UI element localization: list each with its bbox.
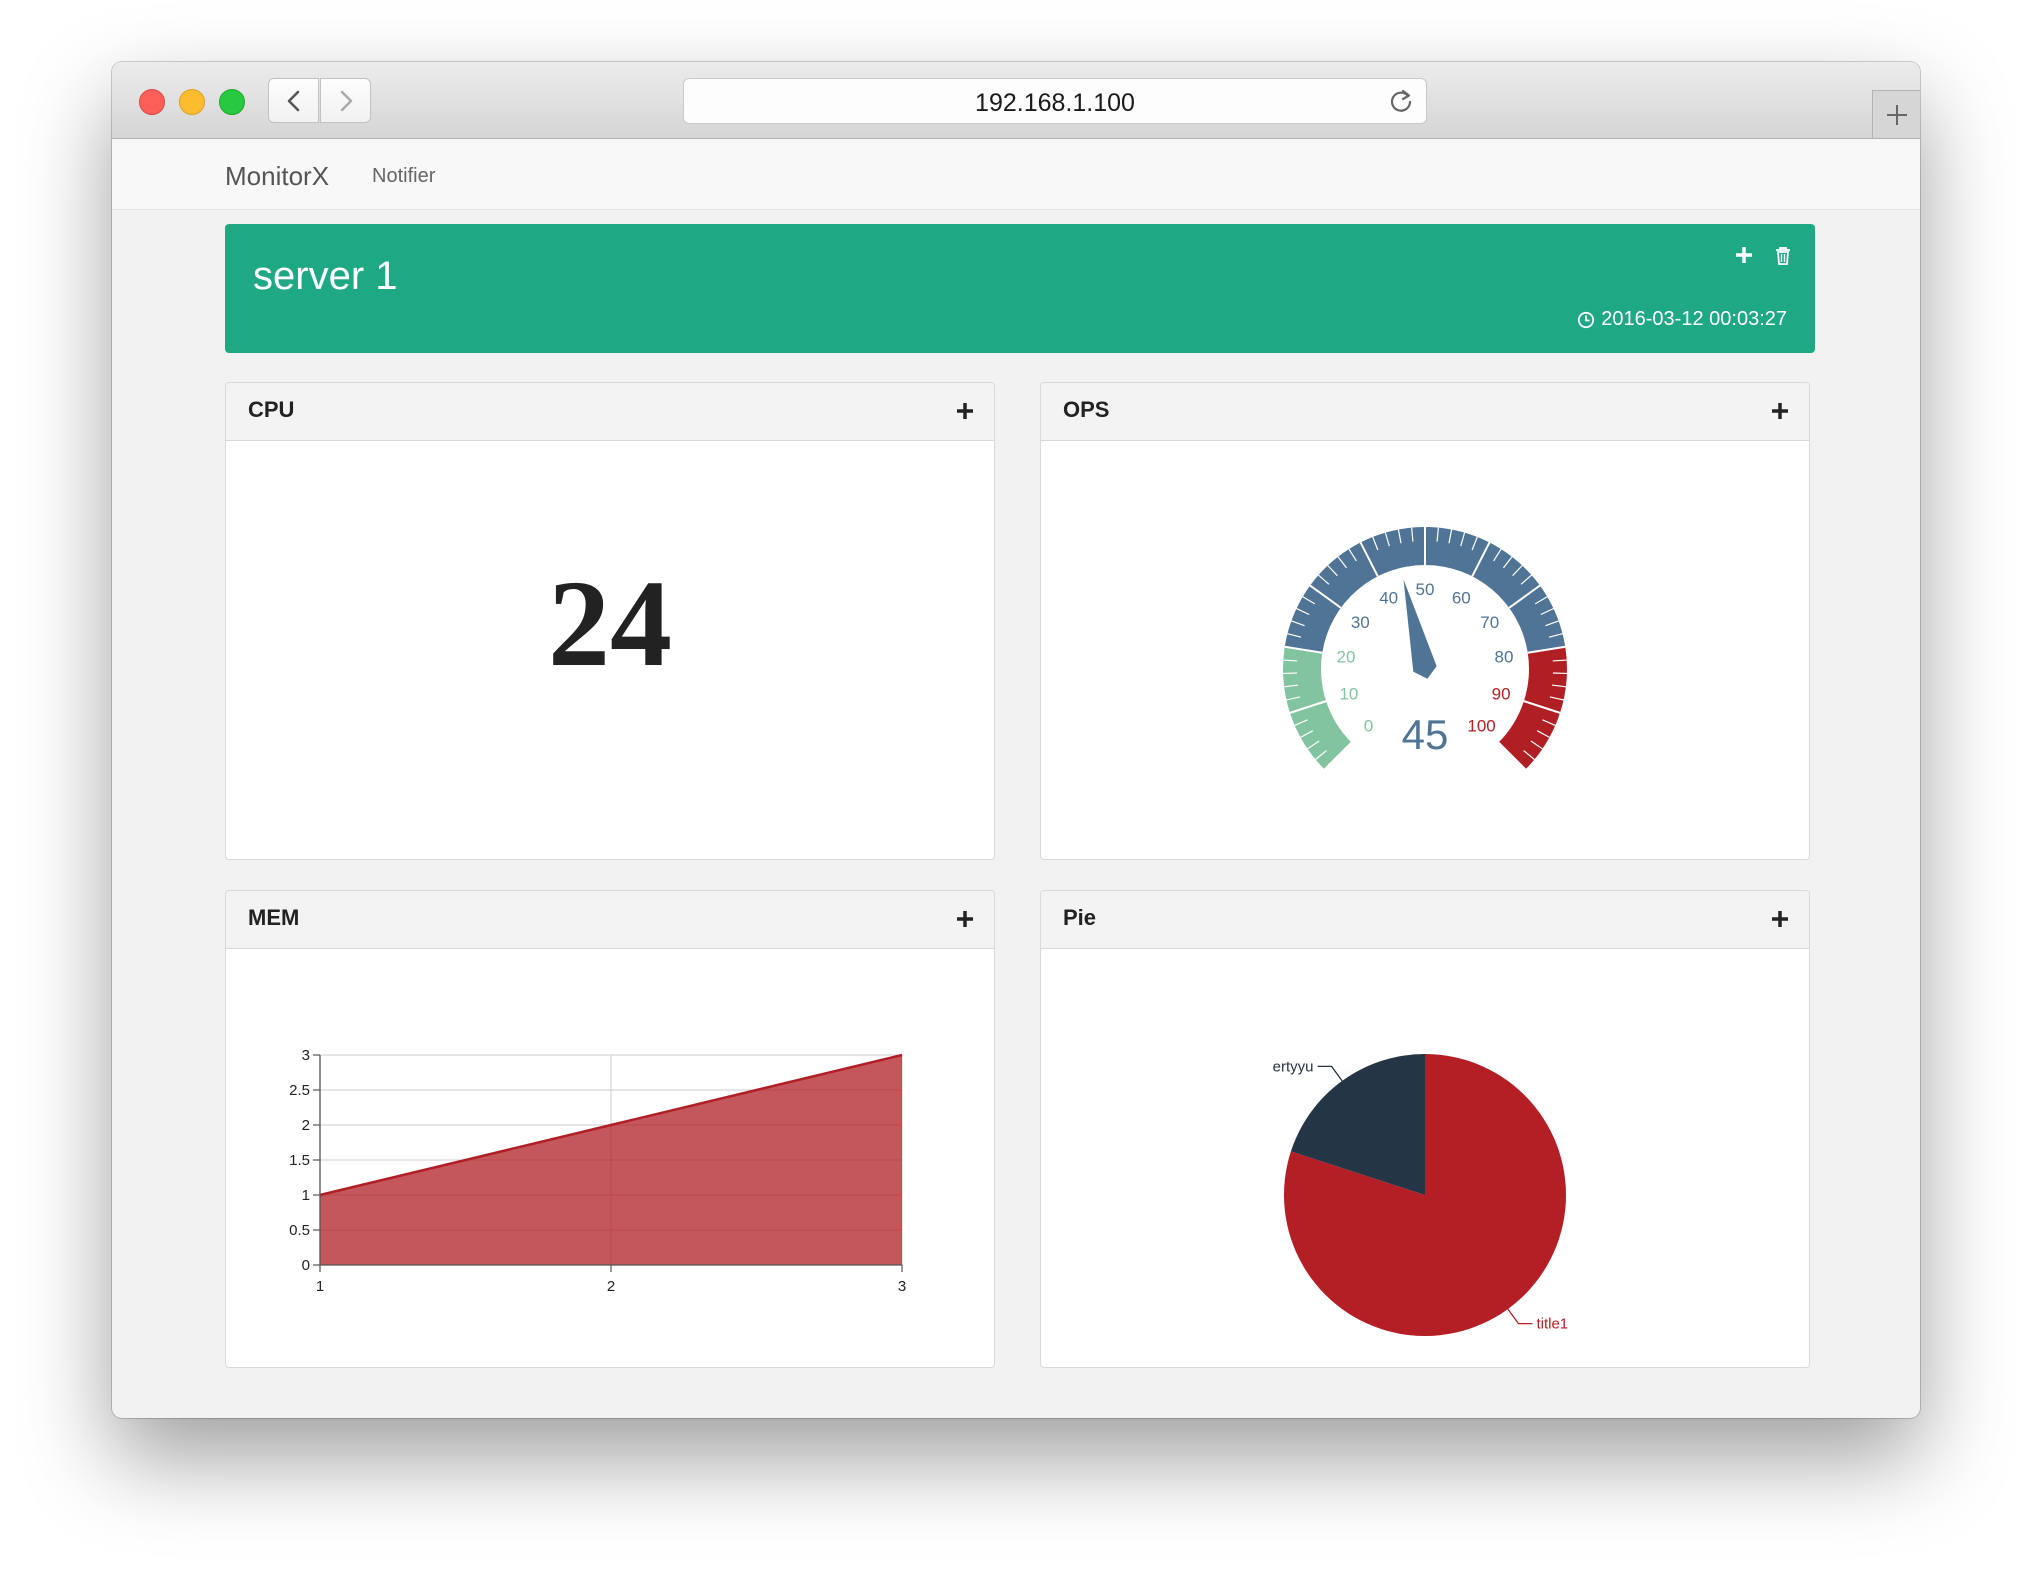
y-tick-label: 2 (302, 1117, 310, 1134)
y-tick-label: 0 (302, 1257, 310, 1274)
panel-title: MEM (248, 905, 300, 930)
url-text: 192.168.1.100 (975, 89, 1135, 117)
gauge-tick-label: 90 (1492, 685, 1511, 704)
x-tick-label: 1 (316, 1278, 324, 1295)
mem-panel-body: 0 0.5 1 1.5 2 2.5 3 1 2 3 (226, 949, 994, 1367)
browser-titlebar: 192.168.1.100 (112, 62, 1920, 139)
mem-panel: MEM 0 0.5 1 1.5 2 2.5 3 1 2 3 (225, 890, 995, 1368)
gauge-tick-label: 10 (1339, 685, 1358, 704)
gauge-tick-label: 80 (1495, 647, 1514, 666)
x-tick-label: 2 (607, 1278, 615, 1295)
timestamp-text: 2016-03-12 00:03:27 (1601, 308, 1787, 330)
plus-icon[interactable] (1771, 910, 1789, 928)
panel-header: Pie (1041, 891, 1809, 949)
y-tick-label: 2.5 (289, 1082, 310, 1099)
cpu-panel-body: 24 (226, 441, 994, 859)
chevron-right-icon (340, 90, 353, 112)
ops-panel: OPS 0 10 20 30 40 50 60 70 80 90 100 45 (1040, 382, 1810, 860)
mem-area-chart: 0 0.5 1 1.5 2 2.5 3 1 2 3 (289, 1047, 906, 1295)
forward-button[interactable] (320, 78, 371, 123)
plus-icon (1887, 105, 1907, 125)
pie-label-leader (1507, 1308, 1533, 1325)
trash-icon[interactable] (1775, 246, 1791, 266)
panel-title: CPU (248, 397, 295, 422)
y-tick-label: 1.5 (289, 1152, 310, 1169)
panel-header: MEM (226, 891, 994, 949)
gauge-tick-label: 40 (1379, 589, 1398, 608)
pie-label: ertyyu (1273, 1058, 1314, 1075)
address-bar[interactable]: 192.168.1.100 (683, 78, 1427, 124)
reload-icon[interactable] (1388, 88, 1414, 114)
panel-title: Pie (1063, 905, 1097, 930)
clock-icon (1578, 311, 1595, 328)
gauge-tick-label: 0 (1364, 717, 1373, 736)
new-tab-button[interactable] (1872, 90, 1920, 138)
back-button[interactable] (268, 78, 319, 123)
pie-chart: title1 ertyyu (1273, 1054, 1568, 1336)
brand-link[interactable]: MonitorX (225, 161, 329, 192)
y-tick-label: 1 (302, 1187, 310, 1204)
plus-icon[interactable] (956, 910, 974, 928)
ops-gauge: 0 10 20 30 40 50 60 70 80 90 100 45 (1283, 526, 1567, 771)
panel-header: OPS (1041, 383, 1809, 441)
pie-label: title1 (1536, 1316, 1568, 1333)
gauge-tick-label: 100 (1467, 717, 1495, 736)
gauge-tick-label: 60 (1452, 589, 1471, 608)
browser-window: 192.168.1.100 MonitorX Notifier server 1 (112, 62, 1920, 1418)
panel-header: CPU (226, 383, 994, 441)
gauge-tick-label: 50 (1416, 580, 1435, 599)
minimize-window-button[interactable] (179, 89, 205, 115)
server-timestamp: 2016-03-12 00:03:27 (1577, 308, 1787, 331)
y-tick-label: 0.5 (289, 1222, 310, 1239)
chevron-left-icon (287, 90, 300, 112)
app-navbar: MonitorX Notifier (112, 139, 1920, 210)
nav-link-notifier[interactable]: Notifier (372, 165, 435, 188)
pie-panel-body: title1 ertyyu (1041, 949, 1809, 1367)
server-title: server 1 (253, 254, 398, 298)
cpu-value: 24 (548, 555, 672, 692)
zoom-window-button[interactable] (219, 89, 245, 115)
x-tick-label: 3 (898, 1278, 906, 1295)
pie-label-leader (1317, 1065, 1343, 1082)
gauge-tick-label: 30 (1351, 613, 1370, 632)
close-window-button[interactable] (139, 89, 165, 115)
cpu-panel: CPU 24 (225, 382, 995, 860)
plus-icon[interactable] (1771, 402, 1789, 420)
add-panel-button[interactable] (1735, 246, 1753, 264)
pie-panel: Pie title1 ertyyu (1040, 890, 1810, 1368)
plus-icon[interactable] (956, 402, 974, 420)
y-tick-label: 3 (302, 1047, 310, 1064)
panel-title: OPS (1063, 397, 1110, 422)
gauge-tick-label: 20 (1337, 647, 1356, 666)
gauge-value: 45 (1402, 711, 1449, 758)
server-header: server 1 2016-03-12 00:03:27 (225, 224, 1815, 353)
ops-panel-body: 0 10 20 30 40 50 60 70 80 90 100 45 (1041, 441, 1809, 859)
gauge-tick-label: 70 (1480, 613, 1499, 632)
